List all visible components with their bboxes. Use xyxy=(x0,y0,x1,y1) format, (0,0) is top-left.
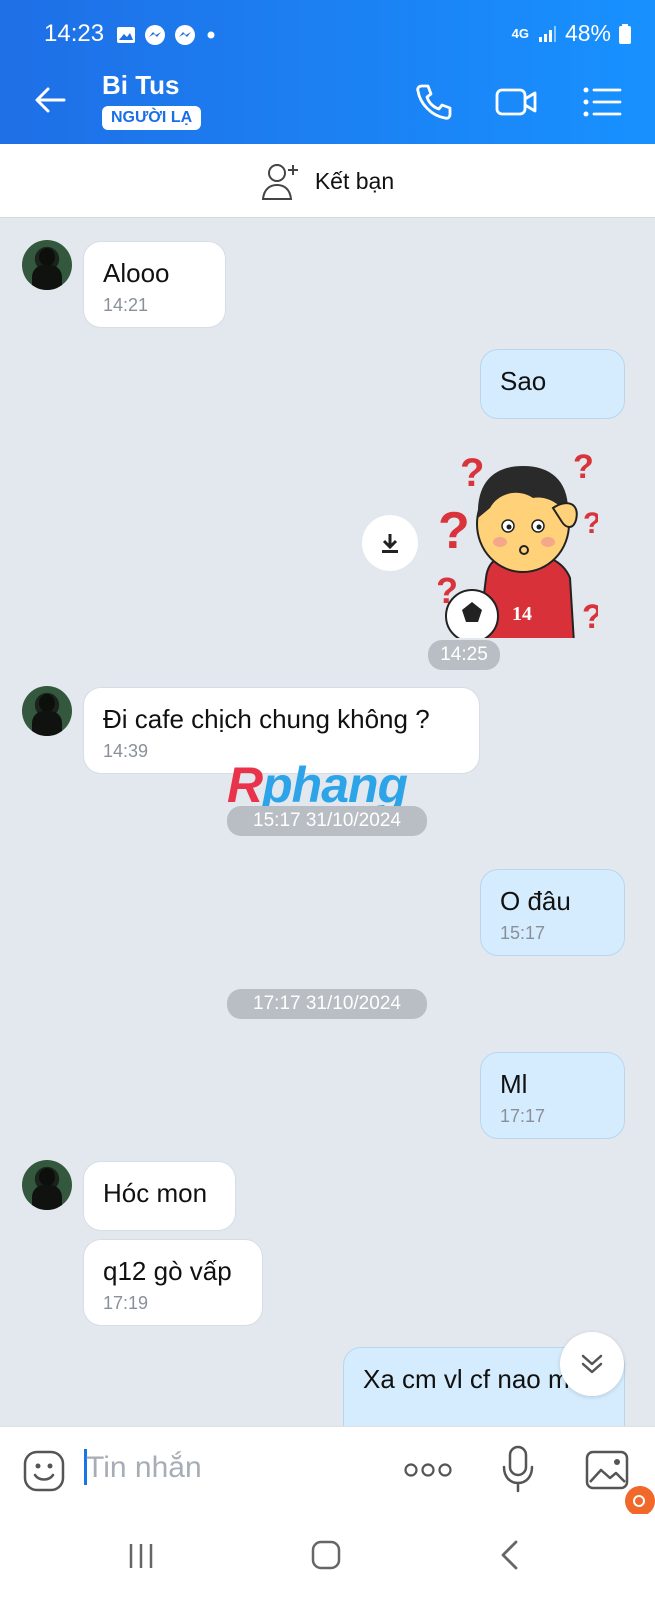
status-bar: 14:23 4G 48% xyxy=(0,0,655,58)
network-type: 4G xyxy=(511,25,529,41)
floating-app-icon[interactable] xyxy=(624,1485,655,1516)
message-text: q12 gò vấp xyxy=(103,1256,232,1286)
more-options-icon[interactable] xyxy=(404,1463,452,1477)
phone-call-icon[interactable] xyxy=(412,80,456,124)
sticker-emoji-icon[interactable] xyxy=(22,1449,66,1493)
status-time: 14:23 xyxy=(44,20,105,47)
menu-list-icon[interactable] xyxy=(580,80,624,124)
date-separator: 17:17 31/10/2024 xyxy=(227,989,427,1019)
message-text: Ml xyxy=(500,1069,528,1099)
message-time: 17:19 xyxy=(103,1293,149,1313)
svg-text:?: ? xyxy=(582,598,598,636)
message-bubble-outgoing[interactable]: Ml 17:17 xyxy=(480,1052,625,1139)
messenger-notification-icon-2 xyxy=(175,25,195,45)
chat-header: Bi Tus NGƯỜI LẠ xyxy=(0,58,655,144)
battery-icon xyxy=(619,23,631,44)
download-sticker-button[interactable] xyxy=(362,515,418,571)
signal-icon xyxy=(538,25,556,42)
add-friend-label: Kết bạn xyxy=(314,167,395,194)
gallery-notification-icon xyxy=(117,27,135,43)
chat-area[interactable]: Alooo 14:21 Sao ? ? ? ? ? ? 14 14:25 Đi … xyxy=(0,218,655,1426)
svg-text:?: ? xyxy=(583,507,598,540)
message-text: Hóc mon xyxy=(103,1178,208,1208)
contact-avatar[interactable] xyxy=(22,240,72,290)
add-friend-bar[interactable]: Kết bạn xyxy=(0,144,655,218)
contact-name[interactable]: Bi Tus xyxy=(102,70,180,101)
message-time: 17:17 xyxy=(500,1106,546,1126)
battery-percent: 48% xyxy=(564,20,611,46)
svg-text:?: ? xyxy=(438,502,470,560)
video-call-icon[interactable] xyxy=(494,80,538,124)
message-bubble-outgoing[interactable]: O đâu 15:17 xyxy=(480,869,625,956)
sticker-jersey-number: 14 xyxy=(512,603,532,625)
stranger-badge: NGƯỜI LẠ xyxy=(102,106,202,130)
scroll-to-bottom-button[interactable] xyxy=(560,1332,624,1396)
svg-text:?: ? xyxy=(573,448,594,486)
message-bubble-outgoing[interactable]: Sao xyxy=(480,349,625,419)
message-bubble-incoming[interactable]: Hóc mon xyxy=(83,1161,236,1231)
home-button-icon[interactable] xyxy=(310,1539,342,1571)
message-bubble-incoming[interactable]: q12 gò vấp 17:19 xyxy=(83,1239,263,1326)
double-chevron-down-icon xyxy=(581,1354,603,1374)
message-input[interactable]: Tin nhắn xyxy=(86,1451,202,1485)
back-button-icon[interactable] xyxy=(498,1539,522,1571)
system-nav-bar xyxy=(0,1514,655,1600)
message-bubble-incoming[interactable]: Alooo 14:21 xyxy=(83,241,226,328)
date-separator: 15:17 31/10/2024 xyxy=(227,806,427,836)
message-time: 14:21 xyxy=(103,295,149,315)
microphone-icon[interactable] xyxy=(500,1445,536,1495)
message-input-bar: Tin nhắn xyxy=(0,1426,655,1516)
message-text: O đâu xyxy=(500,886,571,916)
dot-icon xyxy=(207,31,215,39)
contact-avatar[interactable] xyxy=(22,1160,72,1210)
sticker-time: 14:25 xyxy=(428,640,500,670)
sticker-image[interactable]: ? ? ? ? ? ? 14 xyxy=(438,438,598,638)
message-text: Alooo xyxy=(103,258,170,288)
recent-apps-icon[interactable] xyxy=(126,1541,156,1571)
message-text: Sao xyxy=(500,366,547,396)
contact-avatar[interactable] xyxy=(22,686,72,736)
add-friend-icon xyxy=(261,164,298,200)
message-text: Đi cafe chịch chung không ? xyxy=(103,704,430,734)
svg-text:?: ? xyxy=(460,451,484,495)
back-arrow-icon[interactable] xyxy=(30,80,70,120)
message-time: 15:17 xyxy=(500,923,546,943)
download-icon xyxy=(382,534,398,553)
messenger-notification-icon xyxy=(145,25,165,45)
